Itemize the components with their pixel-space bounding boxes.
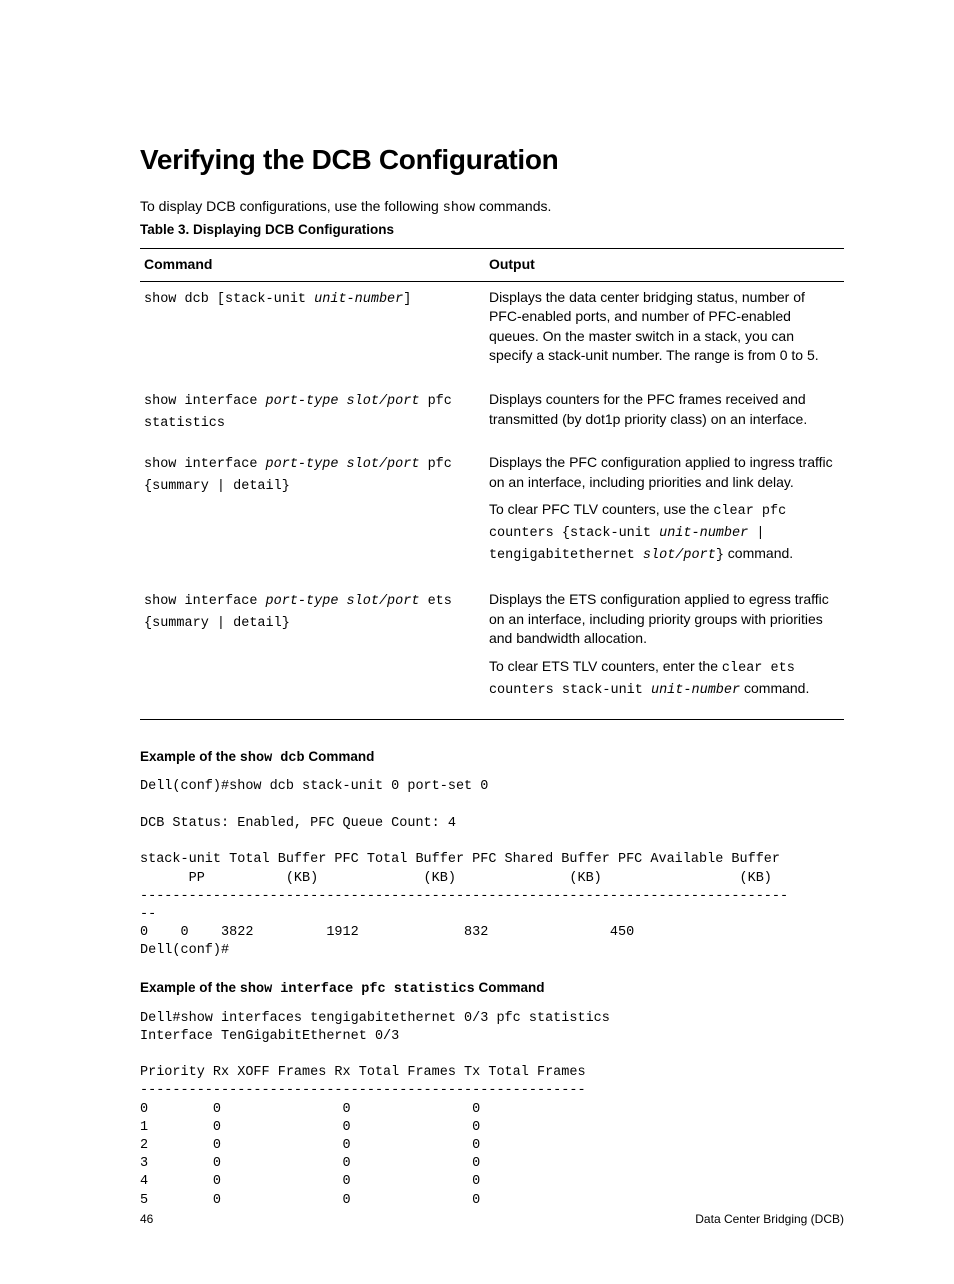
example2-cli: Dell#show interfaces tengigabitethernet …: [140, 1010, 844, 1210]
output-block: To clear ETS TLV counters, enter the cle…: [489, 657, 840, 701]
command-cell: show dcb [stack-unit unit-number]: [140, 281, 485, 384]
table-row: show dcb [stack-unit unit-number] Display…: [140, 281, 844, 384]
output-cell: Displays counters for the PFC frames rec…: [485, 384, 844, 447]
page-heading: Verifying the DCB Configuration: [140, 140, 844, 179]
command-cell: show interface port-type slot/port pfc {…: [140, 447, 485, 584]
command-text: show dcb [stack-unit unit-number]: [144, 292, 411, 307]
output-block: To clear PFC TLV counters, use the clear…: [489, 500, 840, 566]
command-cell: show interface port-type slot/port ets {…: [140, 584, 485, 719]
document-page: Verifying the DCB Configuration To displ…: [0, 0, 954, 1284]
output-block: Displays counters for the PFC frames rec…: [489, 390, 840, 429]
footer-section-title: Data Center Bridging (DCB): [695, 1211, 844, 1228]
output-block: Displays the PFC configuration applied t…: [489, 453, 840, 492]
example2-post: Command: [475, 980, 545, 995]
table-row: show interface port-type slot/port pfc s…: [140, 384, 844, 447]
table-row: show interface port-type slot/port pfc {…: [140, 447, 844, 584]
example1-post: Command: [305, 749, 375, 764]
output-cell: Displays the data center bridging status…: [485, 281, 844, 384]
intro-pre: To display DCB configurations, use the f…: [140, 198, 443, 214]
command-cell: show interface port-type slot/port pfc s…: [140, 384, 485, 447]
intro-text: To display DCB configurations, use the f…: [140, 197, 844, 219]
table-caption: Table 3. Displaying DCB Configurations: [140, 221, 844, 240]
example2-code: show interface pfc statistics: [240, 982, 475, 997]
intro-post: commands.: [475, 198, 551, 214]
example1-pre: Example of the: [140, 749, 240, 764]
table-row: show interface port-type slot/port ets {…: [140, 584, 844, 719]
table-head-output: Output: [485, 248, 844, 281]
example1-code: show dcb: [240, 751, 305, 766]
example2-pre: Example of the: [140, 980, 240, 995]
output-block: Displays the ETS configuration applied t…: [489, 590, 840, 649]
command-text: show interface port-type slot/port ets {…: [144, 594, 452, 631]
output-cell: Displays the ETS configuration applied t…: [485, 584, 844, 719]
output-block: Displays the data center bridging status…: [489, 288, 840, 366]
example1-heading: Example of the show dcb Command: [140, 748, 844, 769]
page-number: 46: [140, 1211, 153, 1228]
example1-cli: Dell(conf)#show dcb stack-unit 0 port-se…: [140, 778, 844, 960]
intro-code: show: [443, 201, 475, 216]
page-footer: 46 Data Center Bridging (DCB): [140, 1211, 844, 1228]
command-text: show interface port-type slot/port pfc {…: [144, 457, 452, 494]
dcb-command-table: Command Output show dcb [stack-unit unit…: [140, 248, 844, 720]
command-text: show interface port-type slot/port pfc s…: [144, 394, 452, 431]
output-cell: Displays the PFC configuration applied t…: [485, 447, 844, 584]
table-head-command: Command: [140, 248, 485, 281]
example2-heading: Example of the show interface pfc statis…: [140, 979, 844, 1000]
